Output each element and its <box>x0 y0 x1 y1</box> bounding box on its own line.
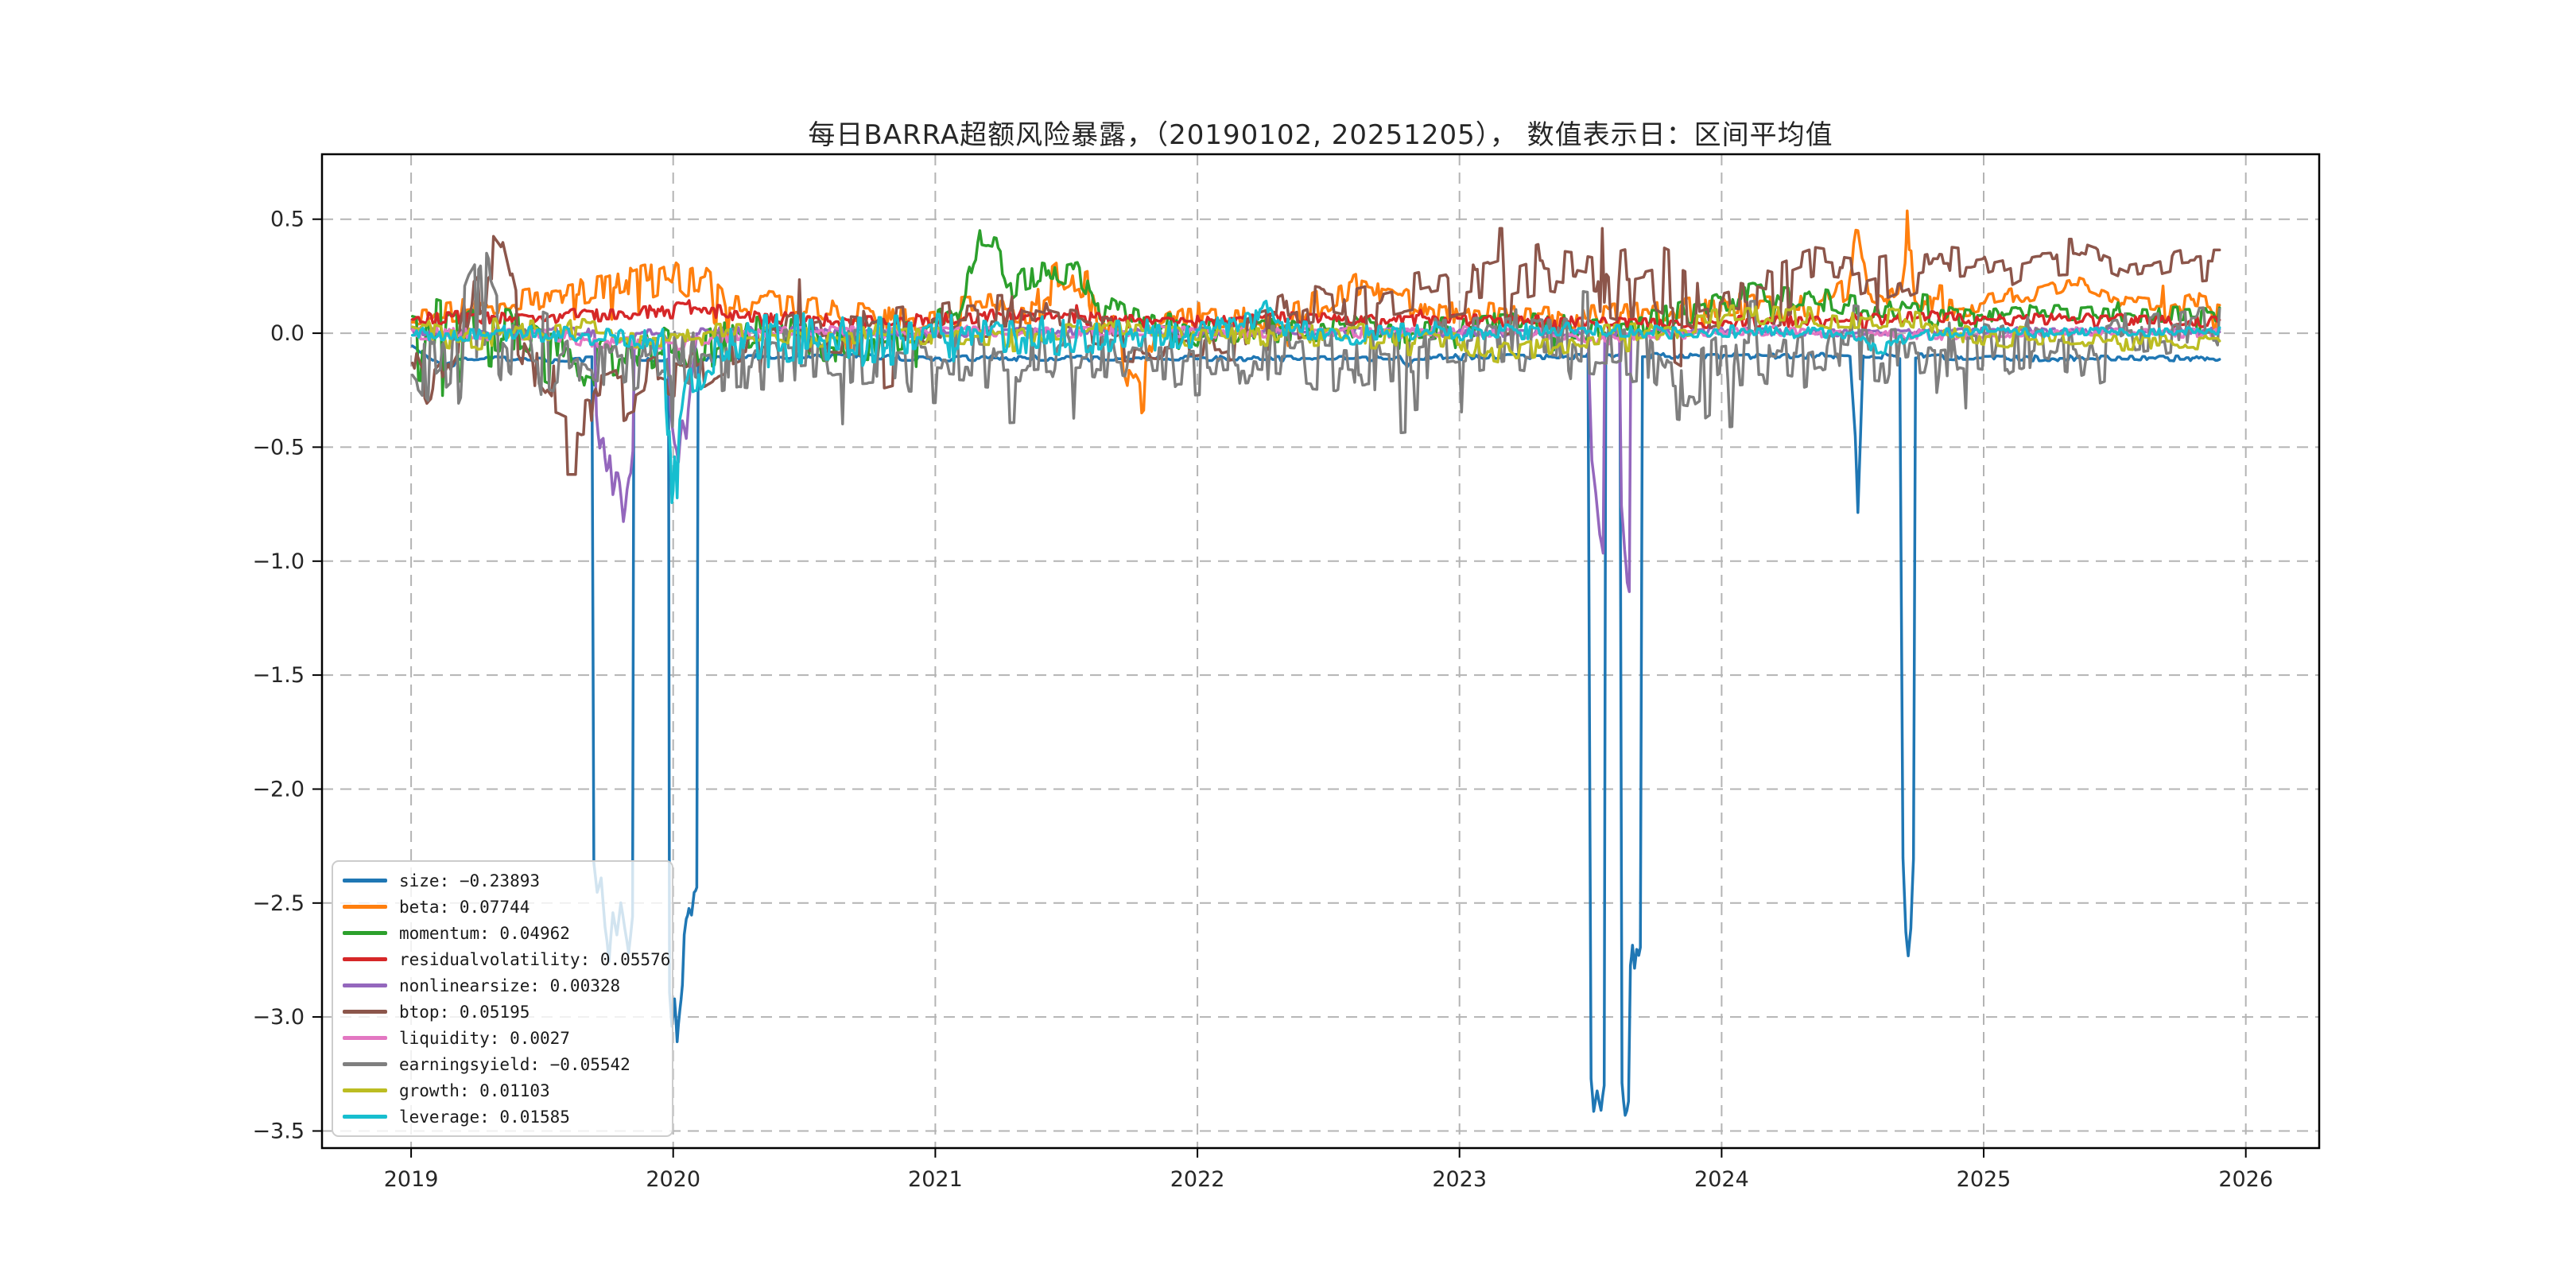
legend-label: btop: 0.05195 <box>399 1003 530 1022</box>
legend: size: −0.23893 beta: 0.07744 momentum: 0.0… <box>332 860 673 1137</box>
legend-item-nonlinearsize: nonlinearsize: 0.00328 <box>333 972 672 999</box>
legend-item-leverage: leverage: 0.01585 <box>333 1104 672 1130</box>
svg-text:−2.5: −2.5 <box>252 891 305 916</box>
svg-text:0.0: 0.0 <box>270 321 305 346</box>
legend-item-growth: growth: 0.01103 <box>333 1077 672 1104</box>
legend-label: leverage: 0.01585 <box>399 1108 570 1127</box>
legend-line-swatch <box>343 905 387 909</box>
legend-line-swatch <box>343 1062 387 1066</box>
y-tick-labels: 0.5 0.0 −0.5 −1.0 −1.5 −2.0 −2.5 −3.0 −3.5 <box>252 208 305 1144</box>
legend-line-swatch <box>343 1036 387 1040</box>
legend-item-residualvolatility: residualvolatility: 0.05576 <box>333 946 672 972</box>
svg-text:2022: 2022 <box>1170 1167 1225 1192</box>
svg-text:0.5: 0.5 <box>270 208 305 232</box>
svg-text:2025: 2025 <box>1957 1167 2012 1192</box>
series-lines <box>413 211 2220 1115</box>
legend-label: growth: 0.01103 <box>399 1081 550 1100</box>
legend-item-btop: btop: 0.05195 <box>333 999 672 1025</box>
legend-label: residualvolatility: 0.05576 <box>399 950 670 969</box>
svg-text:−1.5: −1.5 <box>252 663 305 688</box>
legend-label: size: −0.23893 <box>399 871 540 890</box>
legend-line-swatch <box>343 1088 387 1092</box>
legend-item-size: size: −0.23893 <box>333 867 672 894</box>
svg-text:−2.0: −2.0 <box>252 778 305 802</box>
legend-line-swatch <box>343 957 387 961</box>
legend-line-swatch <box>343 879 387 883</box>
series-line-size <box>413 346 2220 1115</box>
svg-text:2019: 2019 <box>384 1167 439 1192</box>
svg-text:2023: 2023 <box>1432 1167 1487 1192</box>
legend-line-swatch <box>343 983 387 987</box>
svg-text:2026: 2026 <box>2218 1167 2273 1192</box>
svg-text:2021: 2021 <box>908 1167 963 1192</box>
legend-line-swatch <box>343 931 387 935</box>
svg-text:2020: 2020 <box>646 1167 700 1192</box>
legend-item-earningsyield: earningsyield: −0.05542 <box>333 1051 672 1077</box>
legend-item-beta: beta: 0.07744 <box>333 894 672 920</box>
legend-item-liquidity: liquidity: 0.0027 <box>333 1025 672 1051</box>
chart-figure: 每日BARRA超额风险暴露，（20190102, 20251205）， 数值表示… <box>0 0 2576 1288</box>
legend-label: momentum: 0.04962 <box>399 924 570 943</box>
svg-text:2024: 2024 <box>1694 1167 1749 1192</box>
x-tick-labels: 2019 2020 2021 2022 2023 2024 2025 2026 <box>384 1167 2273 1192</box>
legend-item-momentum: momentum: 0.04962 <box>333 920 672 946</box>
svg-text:−0.5: −0.5 <box>252 435 305 460</box>
legend-label: nonlinearsize: 0.00328 <box>399 976 620 995</box>
legend-line-swatch <box>343 1115 387 1119</box>
legend-label: beta: 0.07744 <box>399 898 530 917</box>
legend-line-swatch <box>343 1010 387 1014</box>
svg-text:−3.5: −3.5 <box>252 1119 305 1144</box>
legend-label: earningsyield: −0.05542 <box>399 1055 630 1074</box>
legend-label: liquidity: 0.0027 <box>399 1029 570 1048</box>
svg-text:−3.0: −3.0 <box>252 1005 305 1030</box>
svg-text:−1.0: −1.0 <box>252 549 305 574</box>
